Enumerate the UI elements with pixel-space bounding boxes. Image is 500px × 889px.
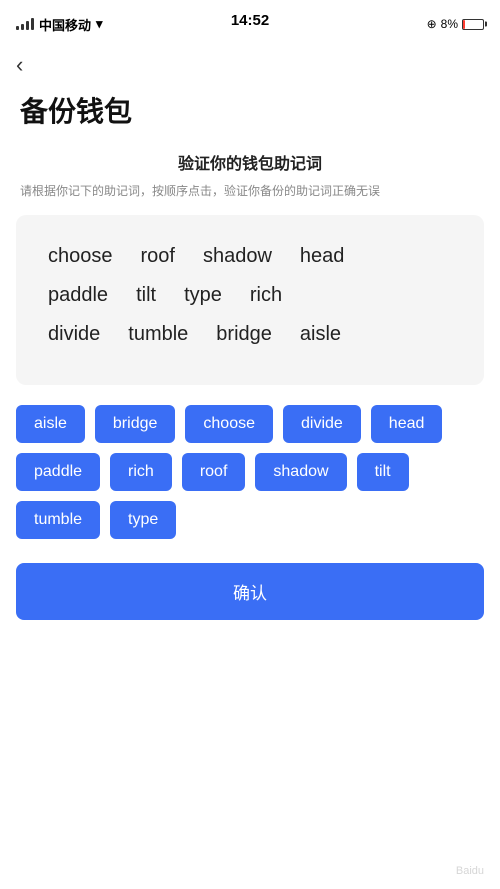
- battery-percent: 8%: [441, 17, 458, 31]
- display-word: tumble: [114, 315, 202, 354]
- display-word: tilt: [122, 276, 170, 315]
- word-button[interactable]: tumble: [16, 501, 100, 539]
- battery-area: ⊕ 8%: [427, 17, 484, 31]
- word-button[interactable]: aisle: [16, 405, 85, 443]
- battery-icon: [462, 19, 484, 30]
- carrier-signal: 中国移动 ▾: [16, 15, 103, 34]
- display-word: roof: [127, 237, 189, 276]
- display-word: choose: [34, 237, 127, 276]
- word-display-box: chooseroofshadowhead paddletilttyperich di…: [16, 215, 484, 385]
- back-button[interactable]: ‹: [0, 44, 39, 82]
- word-grid: aisle bridge choose divide head paddle richroo…: [0, 385, 500, 553]
- signal-icon: [16, 18, 34, 30]
- word-button[interactable]: choose: [185, 405, 273, 443]
- confirm-btn-wrap: 确认: [0, 553, 500, 650]
- display-word: shadow: [189, 237, 286, 276]
- watermark: Baidu: [456, 865, 484, 877]
- display-word: bridge: [202, 315, 286, 354]
- confirm-button[interactable]: 确认: [16, 563, 484, 620]
- page-title: 备份钱包: [0, 82, 500, 150]
- display-word: paddle: [34, 276, 122, 315]
- section-description: 请根据你记下的助记词，按顺序点击，验证你备份的助记词正确无误: [0, 182, 500, 201]
- display-word: rich: [236, 276, 296, 315]
- display-word: divide: [34, 315, 114, 354]
- word-button[interactable]: bridge: [95, 405, 175, 443]
- display-word: head: [286, 237, 359, 276]
- wifi-icon: ▾: [96, 16, 103, 32]
- word-button[interactable]: rich: [110, 453, 172, 491]
- battery-charge-icon: ⊕: [427, 17, 437, 31]
- status-time: 14:52: [231, 12, 269, 29]
- word-button[interactable]: tilt: [357, 453, 409, 491]
- display-word: aisle: [286, 315, 355, 354]
- word-button[interactable]: divide: [283, 405, 361, 443]
- battery-fill: [463, 20, 465, 29]
- section-title: 验证你的钱包助记词: [0, 150, 500, 174]
- word-button[interactable]: paddle: [16, 453, 100, 491]
- status-bar: 中国移动 ▾ 14:52 ⊕ 8%: [0, 0, 500, 44]
- carrier-label: 中国移动: [39, 15, 91, 34]
- word-button[interactable]: shadow: [255, 453, 346, 491]
- word-button[interactable]: type: [110, 501, 176, 539]
- display-word: type: [170, 276, 236, 315]
- word-button[interactable]: roof: [182, 453, 246, 491]
- word-button[interactable]: head: [371, 405, 443, 443]
